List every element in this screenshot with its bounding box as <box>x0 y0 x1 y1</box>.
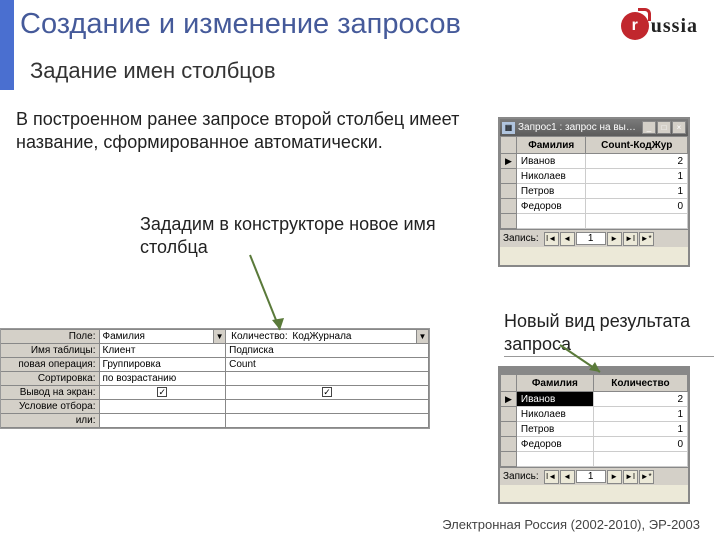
nav-first-button[interactable]: I◄ <box>544 232 559 246</box>
cell[interactable]: Иванов <box>516 392 593 407</box>
cell[interactable]: 0 <box>586 199 688 214</box>
qbe-criteria-col1[interactable] <box>99 400 226 414</box>
result-window-2: ФамилияКоличество ▶Иванов2 Николаев1 Пет… <box>498 366 690 504</box>
close-button[interactable]: × <box>672 121 686 134</box>
cell[interactable]: 1 <box>586 169 688 184</box>
nav-prev-button[interactable]: ◄ <box>560 470 575 484</box>
cell[interactable]: Николаев <box>516 407 593 422</box>
qbe-sort-col2[interactable] <box>226 372 429 386</box>
qbe-label-criteria: Условие отбора: <box>1 400 99 414</box>
qbe-table-col1[interactable]: Клиент <box>99 344 226 358</box>
cell[interactable]: 1 <box>593 407 687 422</box>
record-position-input[interactable] <box>576 232 606 245</box>
arrow-annotation <box>240 250 300 340</box>
cell[interactable]: Петров <box>516 184 586 199</box>
datasheet-icon: ▦ <box>502 122 515 134</box>
footer-text: Электронная Россия (2002-2010), ЭР-2003 <box>442 517 700 532</box>
titlebar[interactable]: ▦ Запрос1 : запрос на вы… _ □ × <box>500 119 688 136</box>
col-header[interactable]: Фамилия <box>516 137 586 154</box>
dropdown-icon[interactable]: ▼ <box>213 330 225 343</box>
cell[interactable]: 1 <box>586 184 688 199</box>
logo-dot: r <box>621 12 649 40</box>
col-header[interactable]: Count-КодЖур <box>586 137 688 154</box>
record-label: Запись: <box>503 233 539 244</box>
maximize-button[interactable]: □ <box>657 121 671 134</box>
cell[interactable] <box>516 452 593 467</box>
record-position-input[interactable] <box>576 470 606 483</box>
record-navigator: Запись: I◄ ◄ ► ►I ►* <box>500 467 688 485</box>
record-navigator: Запись: I◄ ◄ ► ►I ►* <box>500 229 688 247</box>
slide-title: Создание и изменение запросов <box>20 8 461 41</box>
qbe-label-field: Поле: <box>1 330 99 344</box>
cell[interactable]: Федоров <box>516 199 586 214</box>
nav-first-button[interactable]: I◄ <box>544 470 559 484</box>
slide-subtitle: Задание имен столбцов <box>30 58 276 84</box>
qbe-label-table: Имя таблицы: <box>1 344 99 358</box>
row-marker: ▶ <box>501 154 517 169</box>
qbe-label-sort: Сортировка: <box>1 372 99 386</box>
dropdown-icon[interactable]: ▼ <box>416 330 428 343</box>
nav-new-button[interactable]: ►* <box>639 232 654 246</box>
paragraph-3: Новый вид результата запроса <box>504 310 714 357</box>
cell[interactable] <box>593 452 687 467</box>
qbe-field-col1[interactable]: Фамилия▼ <box>99 330 226 344</box>
paragraph-2: Зададим в конструкторе новое имя столбца <box>140 213 460 258</box>
nav-last-button[interactable]: ►I <box>623 470 638 484</box>
logo: r ussia <box>621 12 698 40</box>
nav-last-button[interactable]: ►I <box>623 232 638 246</box>
qbe-show-col1[interactable]: ✓ <box>99 386 226 400</box>
query-designer-grid[interactable]: Поле: Фамилия▼ Количество: КодЖурнала▼ И… <box>0 328 430 429</box>
cell[interactable]: 1 <box>593 422 687 437</box>
cell[interactable]: 0 <box>593 437 687 452</box>
qbe-or-col2[interactable] <box>226 414 429 428</box>
cell[interactable]: Петров <box>516 422 593 437</box>
qbe-field-col2[interactable]: Количество: КодЖурнала▼ <box>226 330 429 344</box>
qbe-sort-col1[interactable]: по возрастанию <box>99 372 226 386</box>
cell[interactable]: Иванов <box>516 154 586 169</box>
datasheet-grid[interactable]: ФамилияКоличество ▶Иванов2 Николаев1 Пет… <box>500 374 688 467</box>
qbe-show-col2[interactable]: ✓ <box>226 386 429 400</box>
nav-prev-button[interactable]: ◄ <box>560 232 575 246</box>
cell[interactable] <box>516 214 586 229</box>
record-label: Запись: <box>503 471 539 482</box>
qbe-label-show: Вывод на экран: <box>1 386 99 400</box>
row-marker: ▶ <box>501 392 517 407</box>
cell[interactable]: 2 <box>593 392 687 407</box>
nav-next-button[interactable]: ► <box>607 470 622 484</box>
nav-new-button[interactable]: ►* <box>639 470 654 484</box>
qbe-total-col1[interactable]: Группировка <box>99 358 226 372</box>
logo-text: ussia <box>651 15 698 38</box>
qbe-table-col2[interactable]: Подписка <box>226 344 429 358</box>
qbe-total-col2[interactable]: Count <box>226 358 429 372</box>
nav-next-button[interactable]: ► <box>607 232 622 246</box>
col-header[interactable]: Количество <box>593 375 687 392</box>
qbe-label-total: повая операция: <box>1 358 99 372</box>
qbe-or-col1[interactable] <box>99 414 226 428</box>
paragraph-1: В построенном ранее запросе второй столб… <box>16 108 466 153</box>
window-title: Запрос1 : запрос на вы… <box>518 122 642 133</box>
datasheet-grid[interactable]: ФамилияCount-КодЖур ▶Иванов2 Николаев1 П… <box>500 136 688 229</box>
result-window-1: ▦ Запрос1 : запрос на вы… _ □ × ФамилияC… <box>498 117 690 267</box>
cell[interactable]: 2 <box>586 154 688 169</box>
minimize-button[interactable]: _ <box>642 121 656 134</box>
col-header[interactable]: Фамилия <box>516 375 593 392</box>
cell[interactable]: Федоров <box>516 437 593 452</box>
qbe-label-or: или: <box>1 414 99 428</box>
cell[interactable] <box>586 214 688 229</box>
cell[interactable]: Николаев <box>516 169 586 184</box>
qbe-criteria-col2[interactable] <box>226 400 429 414</box>
